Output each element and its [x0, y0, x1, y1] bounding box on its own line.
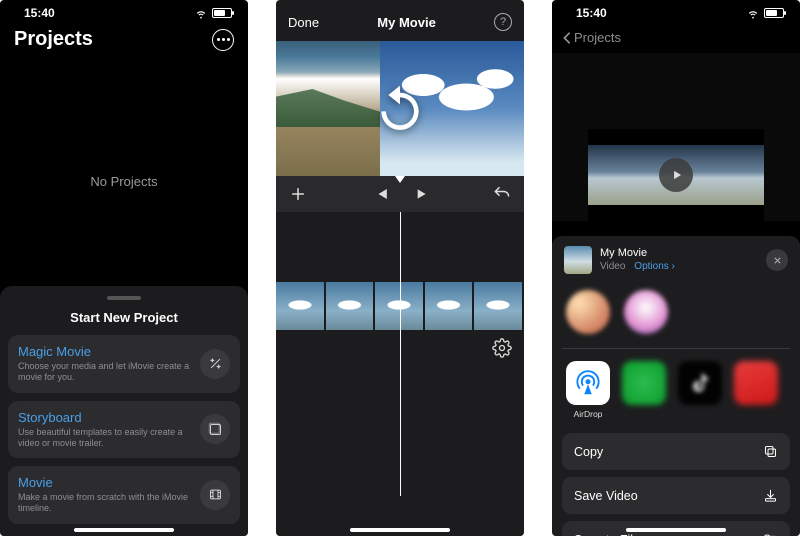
home-indicator[interactable]: [350, 528, 450, 532]
clip-thumbnail[interactable]: [326, 282, 374, 330]
app-icon: [678, 361, 722, 405]
preview-area: [552, 53, 800, 221]
transport-controls: [276, 176, 524, 212]
contact-avatar[interactable]: [566, 290, 610, 334]
add-media-button[interactable]: [288, 184, 308, 204]
option-movie[interactable]: Movie Make a movie from scratch with the…: [8, 466, 240, 524]
close-button[interactable]: [766, 249, 788, 271]
action-label: Save Video: [574, 489, 638, 503]
option-desc: Make a movie from scratch with the iMovi…: [18, 492, 192, 515]
more-menu-button[interactable]: [212, 29, 234, 51]
home-indicator[interactable]: [626, 528, 726, 532]
option-magic-movie[interactable]: Magic Movie Choose your media and let iM…: [8, 335, 240, 393]
action-label: Copy: [574, 445, 603, 459]
clip-thumbnail[interactable]: [474, 282, 522, 330]
clip-thumbnail[interactable]: [276, 282, 324, 330]
undo-button[interactable]: [492, 184, 512, 204]
editor-header: Done My Movie ?: [276, 0, 524, 41]
action-save-video[interactable]: Save Video: [562, 477, 790, 514]
magic-wand-icon: [200, 349, 230, 379]
share-item-title: My Movie: [600, 247, 758, 260]
storyboard-icon: [200, 414, 230, 444]
status-time: 15:40: [576, 6, 607, 20]
share-header: My Movie Video · Options ›: [562, 246, 790, 286]
clip-thumbnail[interactable]: [375, 282, 423, 330]
app-item[interactable]: [734, 361, 778, 419]
airdrop-icon: [566, 361, 610, 405]
movie-title: My Movie: [377, 15, 436, 30]
action-copy[interactable]: Copy: [562, 433, 790, 470]
playhead-line[interactable]: [400, 212, 401, 496]
play-button[interactable]: [413, 184, 429, 204]
contact-avatar[interactable]: [624, 290, 668, 334]
contacts-row: [562, 286, 790, 349]
new-project-sheet: Start New Project Magic Movie Choose you…: [0, 286, 248, 536]
play-overlay-button[interactable]: [659, 158, 693, 192]
timeline[interactable]: [276, 212, 524, 536]
apps-row: AirDrop: [562, 349, 790, 427]
app-icon: [622, 361, 666, 405]
option-desc: Choose your media and let iMovie create …: [18, 361, 192, 384]
wifi-icon: [194, 6, 208, 20]
app-item[interactable]: [678, 361, 722, 419]
clip-thumbnail[interactable]: [425, 282, 473, 330]
copy-icon: [763, 444, 778, 459]
battery-icon: [764, 8, 784, 18]
sheet-title: Start New Project: [8, 310, 240, 325]
help-button[interactable]: ?: [494, 13, 512, 31]
editor-screen: Done My Movie ?: [276, 0, 524, 536]
chevron-left-icon: [562, 31, 572, 45]
option-storyboard[interactable]: Storyboard Use beautiful templates to ea…: [8, 401, 240, 459]
app-airdrop[interactable]: AirDrop: [566, 361, 610, 419]
wifi-icon: [746, 6, 760, 20]
settings-button[interactable]: [492, 338, 512, 358]
skip-back-button[interactable]: [371, 184, 391, 204]
option-label: Magic Movie: [18, 344, 192, 359]
status-bar: 15:40: [552, 0, 800, 22]
playhead-marker: [395, 176, 405, 183]
status-bar: 15:40: [0, 0, 248, 22]
action-list: Copy Save Video Save to Files: [562, 433, 790, 536]
share-item-type: Video: [600, 261, 625, 272]
back-label: Projects: [574, 30, 621, 45]
folder-icon: [763, 532, 778, 536]
share-screen: 15:40 Projects My Movie Video ·: [552, 0, 800, 536]
share-thumbnail: [564, 246, 592, 274]
share-sheet: My Movie Video · Options › AirDrop: [552, 236, 800, 536]
option-desc: Use beautiful templates to easily create…: [18, 427, 192, 450]
app-label: AirDrop: [574, 409, 603, 419]
ellipsis-icon: [217, 38, 230, 41]
option-label: Movie: [18, 475, 192, 490]
empty-state-text: No Projects: [0, 59, 248, 299]
page-title: Projects: [14, 28, 93, 51]
video-preview[interactable]: [276, 41, 524, 176]
close-icon: [772, 255, 783, 266]
sheet-handle[interactable]: [107, 296, 141, 300]
film-icon: [200, 480, 230, 510]
home-indicator[interactable]: [74, 528, 174, 532]
projects-screen: 15:40 Projects No Projects Start New Pro…: [0, 0, 248, 536]
app-icon: [734, 361, 778, 405]
status-time: 15:40: [24, 6, 55, 20]
action-label: Save to Files: [574, 533, 646, 536]
battery-icon: [212, 8, 232, 18]
back-button[interactable]: Projects: [552, 22, 800, 53]
option-label: Storyboard: [18, 410, 192, 425]
chevron-right-icon: ›: [672, 261, 675, 272]
projects-header: Projects: [0, 22, 248, 59]
rotate-ccw-icon: [372, 81, 428, 137]
share-options-button[interactable]: Options ›: [634, 261, 675, 272]
app-item[interactable]: [622, 361, 666, 419]
video-thumbnail[interactable]: [588, 129, 764, 221]
done-button[interactable]: Done: [288, 15, 319, 30]
play-icon: [670, 168, 684, 182]
question-icon: ?: [500, 16, 506, 28]
download-icon: [763, 488, 778, 503]
